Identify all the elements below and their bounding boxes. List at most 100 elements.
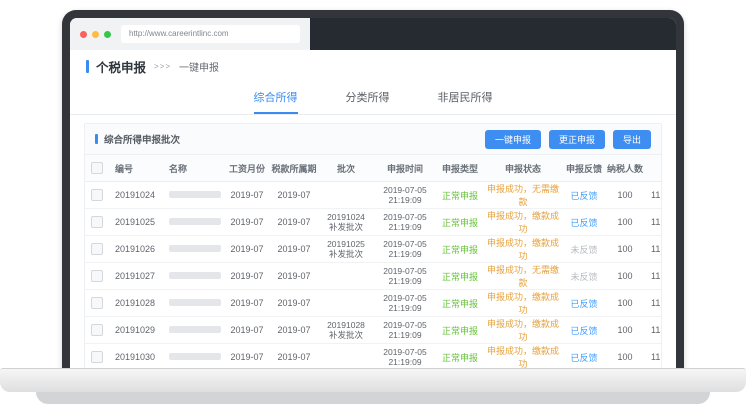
cell-tax_period: 2019-07	[269, 263, 319, 290]
column-header-1: 编号	[109, 155, 163, 182]
panel-button-1[interactable]: 一键申报	[485, 130, 541, 149]
redacted-name	[169, 245, 221, 252]
cell-id: 20191030	[109, 344, 163, 371]
cell-id: 20191027	[109, 263, 163, 290]
cell-status: 申报成功，缴款成功	[483, 344, 563, 371]
table-row: 20191030 2019-072019-07 2019-07-05 21:19:0…	[85, 344, 661, 371]
row-checkbox[interactable]	[91, 216, 103, 228]
cell-name	[163, 236, 225, 263]
cell-salary_month: 2019-07	[225, 317, 269, 344]
cell-type: 正常申报	[437, 344, 483, 371]
row-checkbox[interactable]	[91, 270, 103, 282]
redacted-name	[169, 326, 221, 333]
cell-tax_period: 2019-07	[269, 182, 319, 209]
panel-header: 综合所得申报批次 一键申报更正申报导出	[85, 124, 661, 155]
cell-batch: 20191028 补发批次	[319, 317, 373, 344]
batch-panel: 综合所得申报批次 一键申报更正申报导出 编号名称工资月份税款所属期批次申报时间申…	[84, 123, 662, 372]
panel-button-2[interactable]: 更正申报	[549, 130, 605, 149]
cell-checkbox	[85, 209, 109, 236]
row-checkbox[interactable]	[91, 351, 103, 363]
cell-tax_period: 2019-07	[269, 344, 319, 371]
cell-salary_month: 2019-07	[225, 263, 269, 290]
cell-checkbox	[85, 263, 109, 290]
cell-time: 2019-07-05 21:19:09	[373, 209, 437, 236]
table-row: 201910272019-072019-072019-07-05 21:19:0…	[85, 263, 661, 290]
cell-id: 20191024	[109, 182, 163, 209]
url-bar[interactable]: http://www.careerintlinc.com	[121, 25, 300, 43]
tab-3[interactable]: 非居民所得	[438, 82, 493, 114]
cell-extra: 11	[645, 209, 661, 236]
cell-name	[163, 317, 225, 344]
column-header-2: 名称	[163, 155, 225, 182]
column-header-3: 工资月份	[225, 155, 269, 182]
maximize-dot-icon[interactable]	[104, 31, 111, 38]
cell-type: 正常申报	[437, 182, 483, 209]
cell-taxpayers: 100	[605, 236, 645, 263]
cell-time: 2019-07-05 21:19:09	[373, 182, 437, 209]
cell-time: 2019-07-05 21:19:09	[373, 317, 437, 344]
browser-window: http://www.careerintlinc.com 个税申报 >>> 一键…	[70, 18, 676, 372]
tab-1[interactable]: 综合所得	[254, 82, 298, 114]
cell-feedback: 已反馈	[563, 344, 605, 371]
cell-feedback: 已反馈	[563, 182, 605, 209]
panel-accent-bar	[95, 134, 98, 144]
cell-time: 2019-07-05 21:19:09	[373, 290, 437, 317]
page-title: 个税申报	[96, 57, 146, 76]
page-header: 个税申报 >>> 一键申报	[70, 50, 676, 82]
cell-checkbox	[85, 236, 109, 263]
tab-2[interactable]: 分类所得	[346, 82, 390, 114]
panel-button-3[interactable]: 导出	[613, 130, 651, 149]
cell-status: 申报成功，无需缴款	[483, 182, 563, 209]
cell-tax_period: 2019-07	[269, 236, 319, 263]
close-dot-icon[interactable]	[80, 31, 87, 38]
cell-extra: 11	[645, 182, 661, 209]
table-viewport: 编号名称工资月份税款所属期批次申报时间申报类型申报状态申报反馈纳税人数 2019…	[85, 155, 661, 371]
cell-taxpayers: 100	[605, 263, 645, 290]
redacted-name	[169, 299, 221, 306]
cell-batch: 20191025 补发批次	[319, 236, 373, 263]
column-header-6: 申报时间	[373, 155, 437, 182]
cell-checkbox	[85, 344, 109, 371]
row-checkbox[interactable]	[91, 189, 103, 201]
row-checkbox[interactable]	[91, 297, 103, 309]
cell-taxpayers: 100	[605, 317, 645, 344]
column-header-4: 税款所属期	[269, 155, 319, 182]
cell-extra: 11	[645, 317, 661, 344]
breadcrumb-separator: >>>	[154, 62, 171, 71]
column-header-8: 申报状态	[483, 155, 563, 182]
cell-checkbox	[85, 290, 109, 317]
cell-type: 正常申报	[437, 290, 483, 317]
cell-time: 2019-07-05 21:19:09	[373, 344, 437, 371]
select-all-checkbox[interactable]	[91, 162, 103, 174]
minimize-dot-icon[interactable]	[92, 31, 99, 38]
cell-tax_period: 2019-07	[269, 317, 319, 344]
cell-batch: 20191024 补发批次	[319, 209, 373, 236]
cell-id: 20191028	[109, 290, 163, 317]
cell-feedback: 未反馈	[563, 236, 605, 263]
redacted-name	[169, 353, 221, 360]
table-body: 201910242019-072019-072019-07-05 21:19:0…	[85, 182, 661, 371]
row-checkbox[interactable]	[91, 243, 103, 255]
cell-extra: 11	[645, 344, 661, 371]
toolbar-left: http://www.careerintlinc.com	[70, 18, 310, 50]
redacted-name	[169, 191, 221, 198]
cell-status: 申报成功，无需缴款	[483, 263, 563, 290]
cell-taxpayers: 100	[605, 182, 645, 209]
column-header-5: 批次	[319, 155, 373, 182]
cell-feedback: 已反馈	[563, 290, 605, 317]
cell-type: 正常申报	[437, 209, 483, 236]
redacted-name	[169, 272, 221, 279]
table-header-row: 编号名称工资月份税款所属期批次申报时间申报类型申报状态申报反馈纳税人数	[85, 155, 661, 182]
cell-batch	[319, 344, 373, 371]
batch-table: 编号名称工资月份税款所属期批次申报时间申报类型申报状态申报反馈纳税人数 2019…	[85, 155, 661, 371]
cell-salary_month: 2019-07	[225, 344, 269, 371]
title-accent-bar	[86, 60, 89, 73]
laptop-base	[0, 368, 746, 392]
table-row: 201910262019-072019-0720191025 补发批次2019-…	[85, 236, 661, 263]
panel-buttons: 一键申报更正申报导出	[477, 130, 651, 149]
row-checkbox[interactable]	[91, 324, 103, 336]
cell-time: 2019-07-05 21:19:09	[373, 236, 437, 263]
cell-name	[163, 209, 225, 236]
column-header-7: 申报类型	[437, 155, 483, 182]
cell-feedback: 未反馈	[563, 263, 605, 290]
